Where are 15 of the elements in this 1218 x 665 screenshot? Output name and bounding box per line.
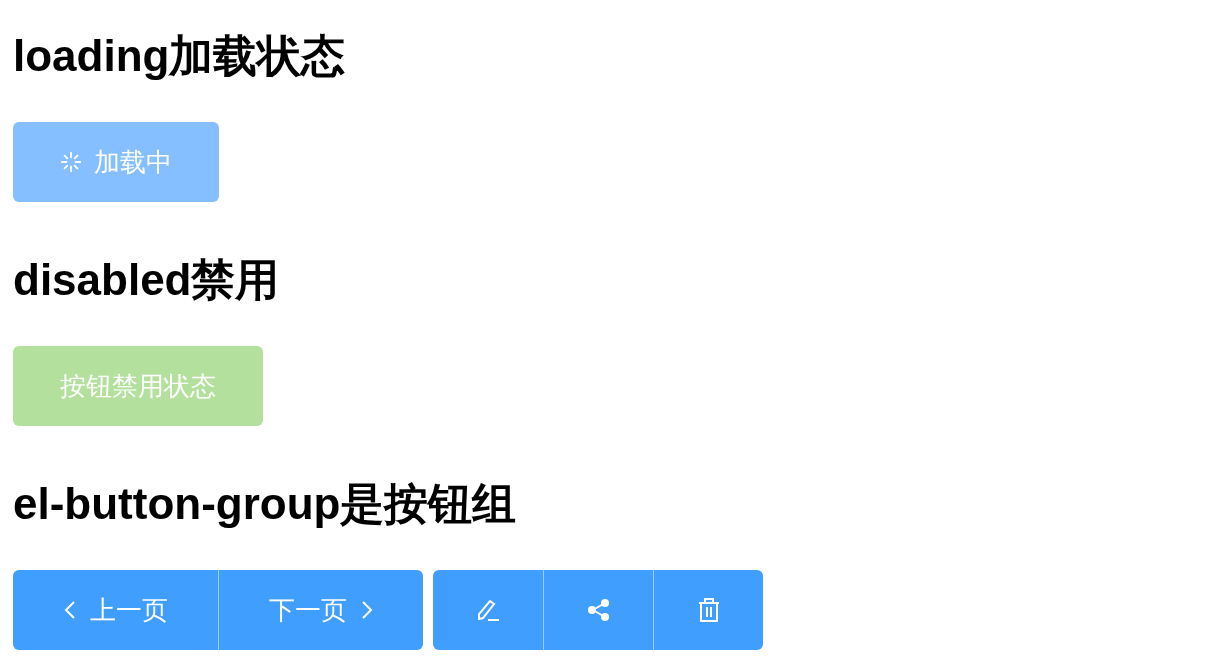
- share-button[interactable]: [543, 570, 653, 650]
- pencil-icon: [475, 597, 501, 623]
- edit-button[interactable]: [433, 570, 543, 650]
- delete-button[interactable]: [653, 570, 763, 650]
- chevron-right-icon: [361, 599, 373, 621]
- next-page-button[interactable]: 下一页: [218, 570, 423, 650]
- trash-icon: [696, 597, 721, 623]
- previous-page-button[interactable]: 上一页: [13, 570, 218, 650]
- share-icon: [586, 598, 611, 622]
- section-heading: loading加载状态: [13, 30, 347, 82]
- chevron-left-icon: [63, 599, 76, 621]
- section-heading: disabled禁用: [13, 254, 281, 306]
- section-heading: el-button-group是按钮组: [13, 478, 518, 530]
- spinner-icon: [60, 151, 82, 173]
- loading-button[interactable]: 加载中: [13, 122, 219, 202]
